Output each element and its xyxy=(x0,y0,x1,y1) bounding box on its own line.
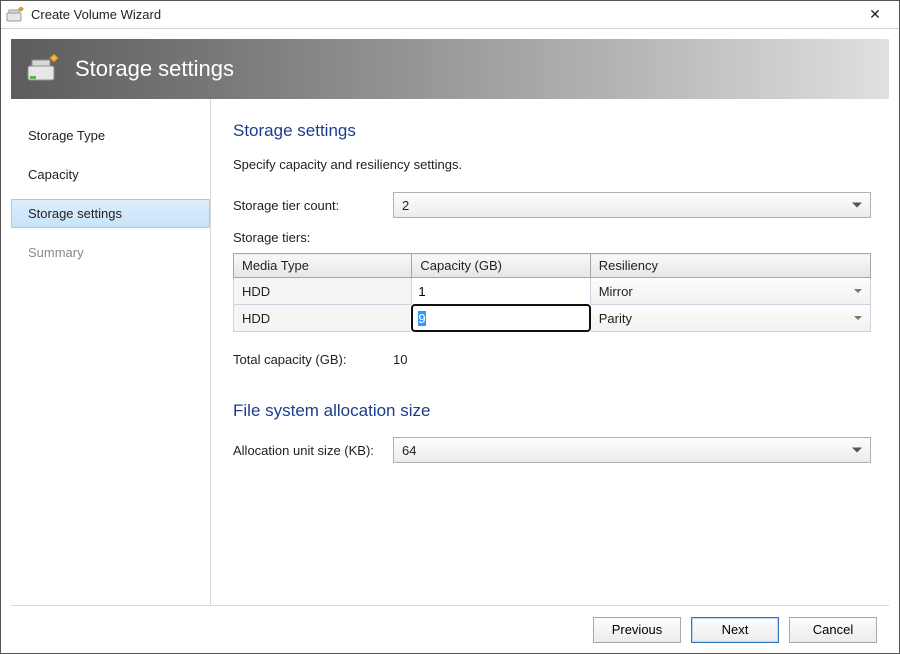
banner: Storage settings xyxy=(11,39,889,99)
content: Storage settings Specify capacity and re… xyxy=(211,99,889,605)
cell-resiliency: Mirror xyxy=(590,278,870,305)
cancel-button[interactable]: Cancel xyxy=(789,617,877,643)
capacity-input-2[interactable] xyxy=(412,305,589,331)
tier-count-select[interactable]: 2 xyxy=(393,192,871,218)
button-label: Cancel xyxy=(813,622,853,637)
cell-media-type: HDD xyxy=(234,278,412,305)
tier-count-value: 2 xyxy=(402,198,409,213)
allocation-select[interactable]: 64 xyxy=(393,437,871,463)
button-label: Previous xyxy=(612,622,663,637)
sidebar: Storage Type Capacity Storage settings S… xyxy=(11,99,211,605)
col-media-type[interactable]: Media Type xyxy=(234,254,412,278)
col-resiliency[interactable]: Resiliency xyxy=(590,254,870,278)
allocation-label: Allocation unit size (KB): xyxy=(233,443,393,458)
total-capacity-row: Total capacity (GB): 10 xyxy=(233,352,871,367)
allocation-value: 64 xyxy=(402,443,416,458)
capacity-input-1[interactable] xyxy=(412,278,589,304)
cell-capacity xyxy=(412,305,590,332)
banner-title: Storage settings xyxy=(75,56,234,82)
sidebar-item-capacity[interactable]: Capacity xyxy=(11,160,210,189)
sidebar-item-label: Storage Type xyxy=(28,128,105,143)
table-row: HDD Mirror xyxy=(234,278,871,305)
body: Storage Type Capacity Storage settings S… xyxy=(11,99,889,605)
sidebar-item-storage-type[interactable]: Storage Type xyxy=(11,121,210,150)
tier-count-label: Storage tier count: xyxy=(233,198,393,213)
cell-capacity xyxy=(412,278,590,305)
sidebar-item-label: Summary xyxy=(28,245,84,260)
cell-resiliency: Parity xyxy=(590,305,870,332)
window-title: Create Volume Wizard xyxy=(31,7,161,22)
close-button[interactable]: ✕ xyxy=(855,1,895,29)
wizard-large-icon xyxy=(25,51,61,87)
allocation-row: Allocation unit size (KB): 64 xyxy=(233,437,871,463)
sidebar-item-summary: Summary xyxy=(11,238,210,267)
footer: Previous Next Cancel xyxy=(11,605,889,653)
table-row: HDD Parity xyxy=(234,305,871,332)
col-capacity[interactable]: Capacity (GB) xyxy=(412,254,590,278)
resiliency-value: Parity xyxy=(599,311,632,326)
sidebar-item-label: Capacity xyxy=(28,167,79,182)
resiliency-value: Mirror xyxy=(599,284,633,299)
section-title-filesystem: File system allocation size xyxy=(233,401,871,421)
resiliency-select-1[interactable]: Mirror xyxy=(591,278,870,304)
sidebar-item-storage-settings[interactable]: Storage settings xyxy=(11,199,210,228)
next-button[interactable]: Next xyxy=(691,617,779,643)
table-header-row: Media Type Capacity (GB) Resiliency xyxy=(234,254,871,278)
close-icon: ✕ xyxy=(869,6,881,23)
section-description: Specify capacity and resiliency settings… xyxy=(233,157,871,172)
sidebar-item-label: Storage settings xyxy=(28,206,122,221)
tier-count-row: Storage tier count: 2 xyxy=(233,192,871,218)
storage-tiers-label: Storage tiers: xyxy=(233,230,871,245)
cell-media-type: HDD xyxy=(234,305,412,332)
section-title-storage: Storage settings xyxy=(233,121,871,141)
storage-tiers-table: Media Type Capacity (GB) Resiliency HDD xyxy=(233,253,871,332)
total-capacity-label: Total capacity (GB): xyxy=(233,352,393,367)
titlebar: Create Volume Wizard ✕ xyxy=(1,1,899,29)
total-capacity-value: 10 xyxy=(393,352,453,367)
button-label: Next xyxy=(722,622,749,637)
resiliency-select-2[interactable]: Parity xyxy=(591,305,870,331)
wizard-window: Create Volume Wizard ✕ Storage settings … xyxy=(0,0,900,654)
previous-button[interactable]: Previous xyxy=(593,617,681,643)
wizard-small-icon xyxy=(5,5,25,25)
